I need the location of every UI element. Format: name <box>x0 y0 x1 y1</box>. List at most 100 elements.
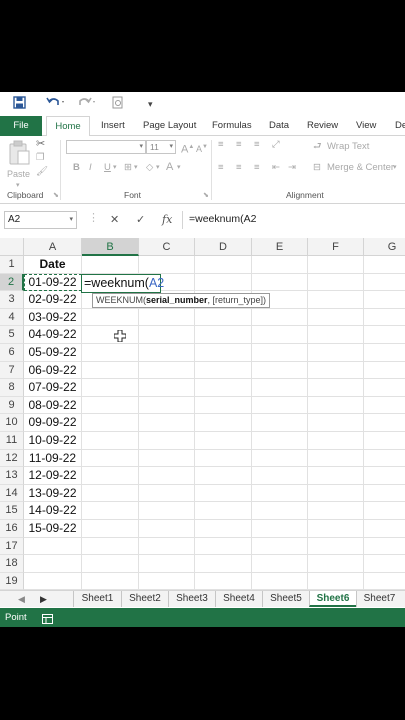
cell-d16[interactable] <box>195 520 252 538</box>
sheet-tab-sheet4[interactable]: Sheet4 <box>215 591 262 607</box>
redo-icon[interactable] <box>78 96 98 112</box>
cell-g16[interactable] <box>364 520 405 538</box>
cell-g11[interactable] <box>364 432 405 450</box>
cell-c18[interactable] <box>139 555 195 573</box>
cell-f6[interactable] <box>308 344 364 362</box>
cell-d13[interactable] <box>195 467 252 485</box>
cell-f9[interactable] <box>308 396 364 415</box>
bold-button[interactable]: B <box>73 162 80 174</box>
format-painter-icon[interactable]: 🖌 <box>36 166 48 178</box>
font-launcher-icon[interactable]: ⬊ <box>203 190 209 202</box>
cell-b10[interactable] <box>82 414 139 432</box>
cell-f13[interactable] <box>308 467 364 485</box>
cell-g18[interactable] <box>364 555 405 573</box>
tab-view[interactable]: View <box>356 116 376 136</box>
cell-g13[interactable] <box>364 467 405 485</box>
clipboard-launcher-icon[interactable]: ⬊ <box>53 190 59 202</box>
align-center-icon[interactable]: ≡ <box>236 162 242 174</box>
cell-c14[interactable] <box>139 484 195 503</box>
cell-a2[interactable]: 01-09-22 <box>24 273 82 292</box>
font-size-dropdown[interactable]: 11 ▾ <box>146 140 176 154</box>
name-box[interactable]: A2 ▾ <box>4 211 77 229</box>
cell-g14[interactable] <box>364 485 405 503</box>
cell-f3[interactable] <box>308 291 364 309</box>
cell-c10[interactable] <box>139 414 195 432</box>
cell-b15[interactable] <box>82 502 139 520</box>
orientation-icon[interactable]: ⤢ <box>272 139 280 151</box>
cell-a6[interactable]: 05-09-22 <box>24 344 82 362</box>
cell-a11[interactable]: 10-09-22 <box>24 432 82 450</box>
cell-a15[interactable]: 14-09-22 <box>24 502 82 520</box>
underline-button[interactable]: U <box>104 162 111 174</box>
cell-a4[interactable]: 03-09-22 <box>24 308 82 327</box>
font-name-dropdown[interactable]: ▾ <box>66 140 146 154</box>
cell-a17[interactable] <box>24 537 82 556</box>
cell-d1[interactable] <box>195 256 252 274</box>
cell-e10[interactable] <box>252 414 308 432</box>
borders-dropdown-icon[interactable]: ▾ <box>134 162 138 174</box>
column-header-b[interactable]: B <box>82 238 139 256</box>
cell-e17[interactable] <box>252 537 308 556</box>
cell-c19[interactable] <box>139 572 195 591</box>
column-header-e[interactable]: E <box>252 238 308 256</box>
cell-d8[interactable] <box>195 379 252 397</box>
cell-e5[interactable] <box>252 326 308 344</box>
cell-e7[interactable] <box>252 361 308 380</box>
cell-a8[interactable]: 07-09-22 <box>24 379 82 397</box>
cell-g9[interactable] <box>364 397 405 415</box>
cell-f15[interactable] <box>308 502 364 520</box>
formula-input[interactable]: =weeknum(A2 <box>182 211 405 229</box>
cell-g12[interactable] <box>364 450 405 468</box>
cell-g5[interactable] <box>364 326 405 344</box>
cell-c16[interactable] <box>139 520 195 538</box>
row-header-7[interactable]: 7 <box>0 361 24 380</box>
row-header-15[interactable]: 15 <box>0 502 24 520</box>
decrease-font-icon[interactable]: A▼ <box>196 141 208 155</box>
cell-c17[interactable] <box>139 537 195 556</box>
column-header-a[interactable]: A <box>24 238 82 256</box>
italic-button[interactable]: I <box>89 162 92 174</box>
cell-b19[interactable] <box>82 572 139 591</box>
tab-file[interactable]: File <box>0 116 42 136</box>
row-header-5[interactable]: 5 <box>0 326 24 344</box>
cell-d10[interactable] <box>195 414 252 432</box>
cell-c15[interactable] <box>139 502 195 520</box>
fill-color-icon[interactable]: ◇ <box>146 162 153 174</box>
cell-a14[interactable]: 13-09-22 <box>24 484 82 503</box>
row-header-8[interactable]: 8 <box>0 379 24 397</box>
cell-a9[interactable]: 08-09-22 <box>24 396 82 415</box>
customize-qat-icon[interactable]: ▾ <box>148 96 153 112</box>
cell-a12[interactable]: 11-09-22 <box>24 449 82 468</box>
cell-d17[interactable] <box>195 537 252 556</box>
cell-g17[interactable] <box>364 538 405 556</box>
cell-d4[interactable] <box>195 308 252 327</box>
cell-f11[interactable] <box>308 432 364 450</box>
cell-c8[interactable] <box>139 379 195 397</box>
cell-d19[interactable] <box>195 572 252 591</box>
cell-b16[interactable] <box>82 520 139 538</box>
cell-c9[interactable] <box>139 396 195 415</box>
sheet-tab-sheet7[interactable]: Sheet7 <box>356 591 402 607</box>
cell-a13[interactable]: 12-09-22 <box>24 467 82 485</box>
cell-b7[interactable] <box>82 361 139 380</box>
cell-e4[interactable] <box>252 308 308 327</box>
cancel-icon[interactable]: ✕ <box>110 212 119 228</box>
cell-a7[interactable]: 06-09-22 <box>24 361 82 380</box>
row-header-19[interactable]: 19 <box>0 572 24 591</box>
row-header-3[interactable]: 3 <box>0 291 24 309</box>
cell-f18[interactable] <box>308 555 364 573</box>
fill-dropdown-icon[interactable]: ▾ <box>156 162 160 174</box>
cell-c12[interactable] <box>139 449 195 468</box>
sheet-tab-sheet5[interactable]: Sheet5 <box>262 591 309 607</box>
cell-g8[interactable] <box>364 379 405 397</box>
cell-e11[interactable] <box>252 432 308 450</box>
cell-d11[interactable] <box>195 432 252 450</box>
cell-e9[interactable] <box>252 396 308 415</box>
cell-f8[interactable] <box>308 379 364 397</box>
row-header-2[interactable]: 2 <box>0 273 24 292</box>
tooltip-function[interactable]: WEEKNUM( <box>96 295 146 305</box>
cell-c7[interactable] <box>139 361 195 380</box>
cell-b12[interactable] <box>82 449 139 468</box>
cell-g19[interactable] <box>364 573 405 591</box>
select-all-corner[interactable] <box>0 238 24 256</box>
